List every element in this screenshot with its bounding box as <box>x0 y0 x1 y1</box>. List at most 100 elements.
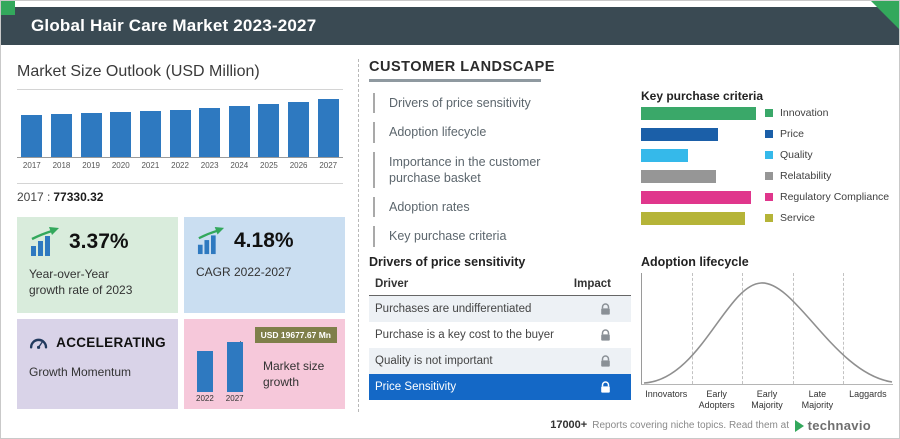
market-year-label: 2023 <box>200 161 219 170</box>
market-size-title: Market Size Outlook (USD Million) <box>17 63 260 80</box>
market-year-label: 2020 <box>111 161 130 170</box>
adoption-lifecycle-labels: Innovators Early Adopters Early Majority Late… <box>641 389 893 412</box>
key-purchase-criteria-legend: Innovation Price Quality Relatability Regula… <box>765 107 889 233</box>
legend-label: Innovation <box>780 107 829 119</box>
legend-item: Service <box>765 212 889 224</box>
market-year-label: 2026 <box>289 161 308 170</box>
growth-mini-col: 2022 <box>196 351 214 403</box>
lifecycle-stage-label: Early Adopters <box>698 389 735 411</box>
technavio-wordmark: technavio <box>807 418 871 433</box>
driver-label: Quality is not important <box>375 355 493 367</box>
customer-landscape-underline <box>369 79 541 82</box>
growth-mini-bar <box>226 342 243 392</box>
criteria-bar <box>641 149 688 162</box>
market-bar-column <box>47 114 77 157</box>
reports-count: 17000+ <box>550 419 588 431</box>
customer-landscape-title: CUSTOMER LANDSCAPE <box>369 59 555 75</box>
lifecycle-stage-label: Laggards <box>849 389 887 399</box>
driver-column-header: Driver <box>375 278 409 290</box>
momentum-card-top: ACCELERATING <box>29 329 166 355</box>
market-bar <box>169 110 191 157</box>
lifecycle-stage-label: Innovators <box>645 389 688 399</box>
landscape-item: Adoption rates <box>373 197 585 218</box>
driver-label: Purchases are undifferentiated <box>375 303 532 315</box>
momentum-desc: Growth Momentum <box>29 365 132 379</box>
driver-label: Purchase is a key cost to the buyer <box>375 329 554 341</box>
base-year-label: 2017 : <box>17 190 51 204</box>
market-bar <box>258 104 280 157</box>
base-year-value: 77330.32 <box>53 190 104 204</box>
market-bar <box>228 106 250 157</box>
cagr-desc: CAGR 2022-2027 <box>196 265 292 279</box>
growth-mini-col: 2027 <box>226 342 244 403</box>
driver-label: Price Sensitivity <box>375 381 457 393</box>
market-bars <box>17 97 343 158</box>
lock-icon-wrap <box>600 328 611 342</box>
lock-icon <box>601 302 610 315</box>
speedometer-icon <box>29 338 48 349</box>
growth-year-label: 2022 <box>196 394 214 403</box>
divider-line-top <box>17 89 343 90</box>
market-bar-column <box>284 102 314 157</box>
market-year-label: 2024 <box>230 161 249 170</box>
market-bar-column <box>106 112 136 157</box>
market-bar-column <box>195 108 225 157</box>
cagr-value: 4.18% <box>234 229 294 252</box>
market-size-chart: 2017 2018 2019 2020 2021 2022 2023 2024 2025 2026… <box>17 97 343 170</box>
lock-icon <box>601 380 610 393</box>
growth-bars-icon <box>31 227 59 256</box>
market-year-label: 2017 <box>22 161 41 170</box>
legend-swatch <box>765 151 773 159</box>
market-bar-column <box>254 104 284 157</box>
legend-item: Quality <box>765 149 889 161</box>
key-purchase-criteria-bars <box>641 107 759 233</box>
header-bar: Global Hair Care Market 2023-2027 <box>1 7 899 45</box>
yoy-value: 3.37% <box>69 230 129 253</box>
yoy-desc: Year-over-Year growth rate of 2023 <box>29 266 166 298</box>
criteria-bar <box>641 170 716 183</box>
customer-landscape-list: Drivers of price sensitivity Adoption lif… <box>373 93 585 256</box>
legend-swatch <box>765 214 773 222</box>
stat-cards: 3.37% Year-over-Year growth rate of 2023… <box>17 217 345 409</box>
momentum-value: ACCELERATING <box>56 334 166 350</box>
lock-icon <box>601 354 610 367</box>
lifecycle-stage-label: Early Majority <box>751 389 783 411</box>
key-purchase-criteria-title: Key purchase criteria <box>641 89 764 103</box>
market-bar-column <box>17 115 47 157</box>
adoption-lifecycle-title: Adoption lifecycle <box>641 255 749 269</box>
market-bar <box>139 111 161 157</box>
technavio-logo: technavio <box>794 418 871 433</box>
market-year-label: 2019 <box>82 161 100 170</box>
legend-label: Regulatory Compliance <box>780 191 890 203</box>
growth-amount-badge: USD 19677.67 Mn <box>254 327 337 343</box>
market-bar <box>288 102 310 157</box>
lock-icon-wrap <box>600 302 611 316</box>
legend-label: Service <box>780 212 816 224</box>
landscape-item: Adoption lifecycle <box>373 122 585 143</box>
market-bar-column <box>313 99 343 157</box>
market-year-label: 2027 <box>319 161 338 170</box>
growth-desc: Market size growth <box>263 359 325 389</box>
infographic-page: Global Hair Care Market 2023-2027 Market… <box>0 0 900 439</box>
lock-icon-wrap <box>600 354 611 368</box>
bell-curve <box>643 282 893 384</box>
lifecycle-stage-label: Late Majority <box>801 389 834 411</box>
yoy-desc-line2: growth rate of 2023 <box>29 283 133 298</box>
driver-row: Quality is not important <box>369 348 631 374</box>
legend-item: Price <box>765 128 889 140</box>
criteria-bar <box>641 191 751 204</box>
driver-row: Purchase is a key cost to the buyer <box>369 322 631 348</box>
base-year-note: 2017 :77330.32 <box>17 190 103 204</box>
lock-icon <box>601 328 610 341</box>
corner-accent-top-left <box>1 1 15 15</box>
legend-item: Innovation <box>765 107 889 119</box>
criteria-bar <box>641 128 718 141</box>
legend-swatch <box>765 130 773 138</box>
market-bar <box>199 108 221 157</box>
legend-swatch <box>765 193 773 201</box>
section-divider <box>358 59 359 422</box>
market-year-label: 2025 <box>260 161 278 170</box>
criteria-bar <box>641 107 756 120</box>
market-bar-column <box>136 111 166 157</box>
cagr-card-top: 4.18% <box>196 227 333 255</box>
